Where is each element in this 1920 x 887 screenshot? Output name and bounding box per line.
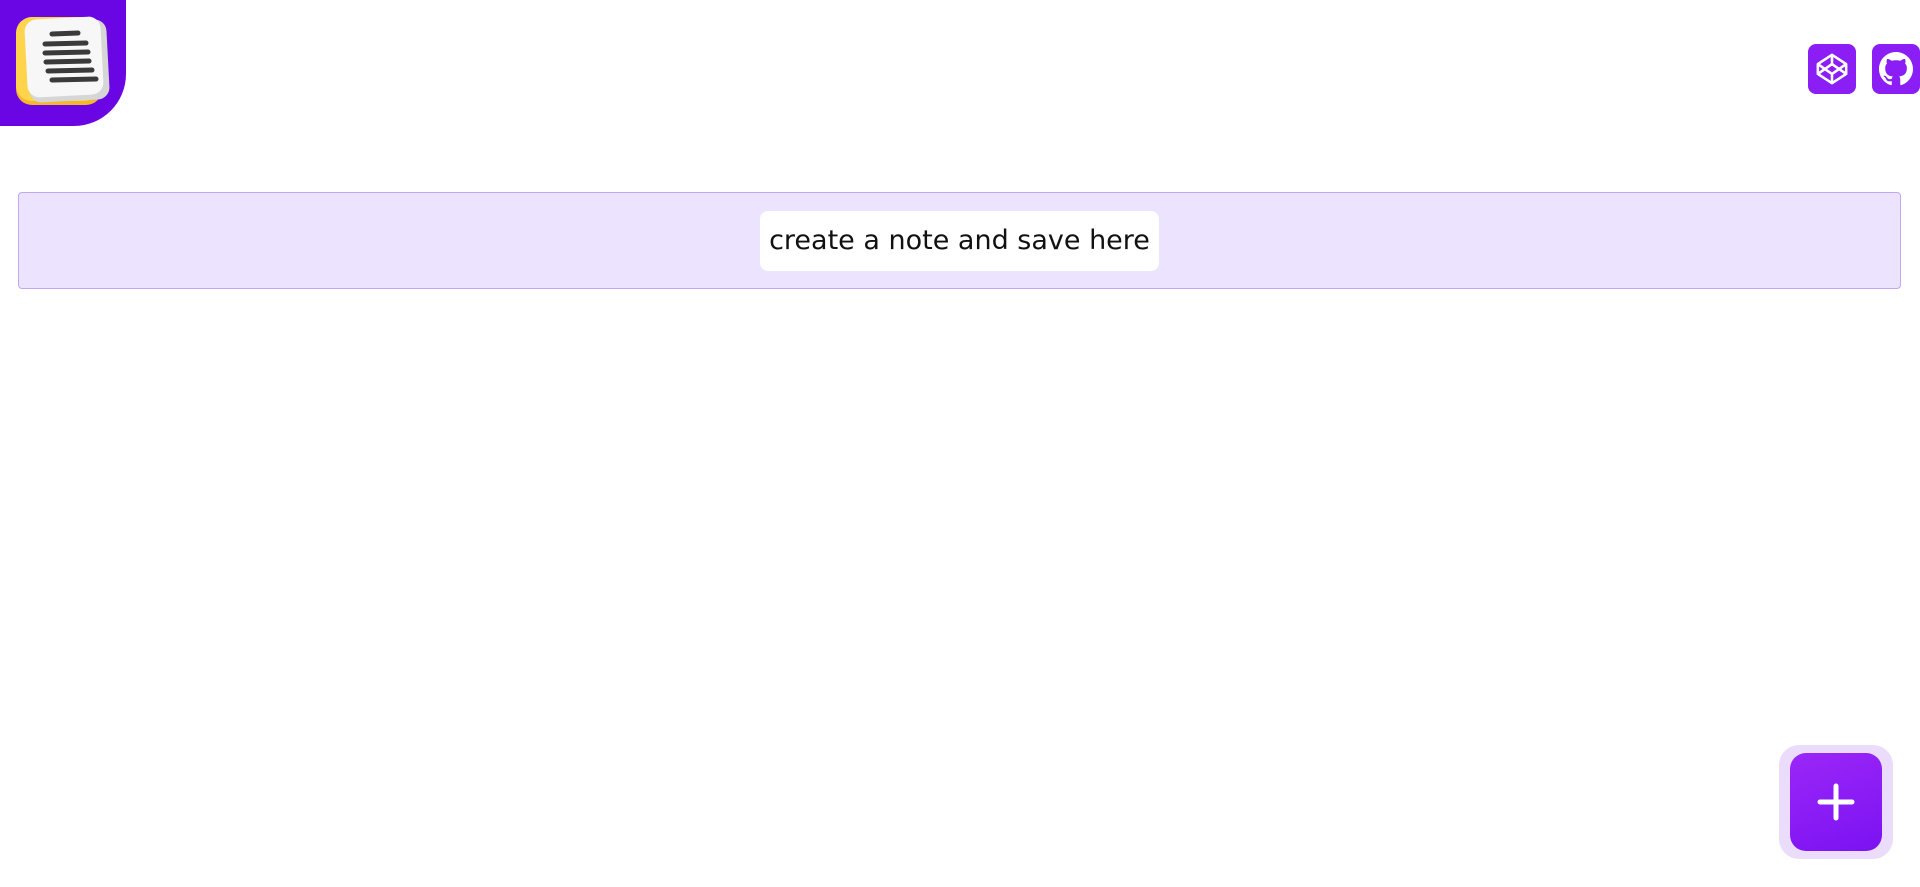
add-note-button[interactable] — [1790, 753, 1882, 851]
github-icon — [1879, 52, 1913, 86]
notepad-icon — [16, 16, 110, 105]
header-links — [1808, 44, 1920, 94]
notes-empty-banner: create a note and save here — [18, 192, 1901, 289]
empty-notes-message: create a note and save here — [760, 210, 1159, 271]
plus-icon — [1817, 783, 1855, 821]
add-note-button-wrapper — [1779, 745, 1893, 859]
codepen-icon — [1816, 53, 1848, 85]
app-logo — [0, 0, 126, 126]
codepen-link[interactable] — [1808, 44, 1856, 94]
github-link[interactable] — [1872, 44, 1920, 94]
